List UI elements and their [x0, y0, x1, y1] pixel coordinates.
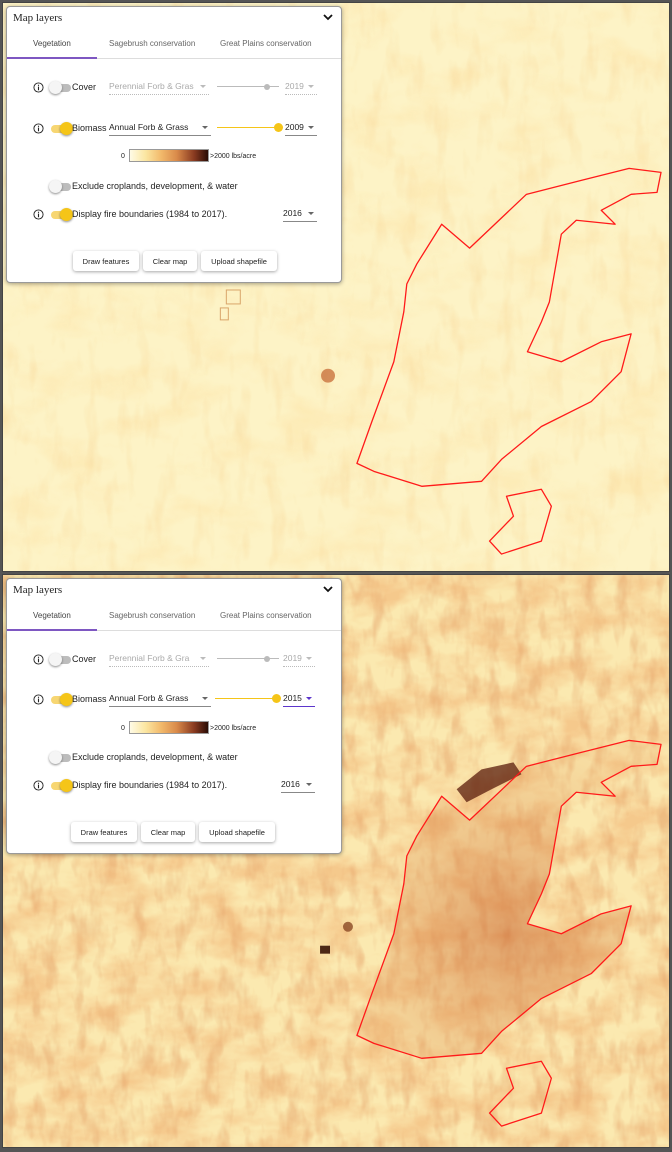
cover-row: Cover Perennial Forb & Gras 2019 — [7, 77, 341, 97]
tab-great-plains-conservation[interactable]: Great Plains conservation — [220, 611, 312, 620]
legend-min-label: 0 — [121, 725, 125, 732]
fire-toggle[interactable] — [51, 208, 73, 221]
cover-type-value: Perennial Forb & Gras — [109, 81, 194, 91]
biomass-type-value: Annual Forb & Grass — [109, 693, 189, 703]
cover-year-slider[interactable] — [217, 653, 279, 665]
cover-year-slider[interactable] — [217, 81, 279, 93]
fire-year-select[interactable]: 2016 — [281, 777, 315, 793]
dropdown-caret-icon — [306, 657, 312, 660]
tab-bar: Vegetation Sagebrush conservation Great … — [7, 603, 341, 631]
fire-label: Display fire boundaries (1984 to 2017). — [72, 780, 228, 790]
biomass-row: Biomass Annual Forb & Grass 2009 — [7, 118, 341, 138]
active-tab-indicator — [7, 629, 97, 631]
cover-year-value: 2019 — [285, 81, 304, 91]
tab-vegetation[interactable]: Vegetation — [33, 611, 71, 620]
info-icon[interactable] — [33, 694, 44, 705]
cover-row: Cover Perennial Forb & Gra 2019 — [7, 649, 341, 669]
dropdown-caret-icon — [202, 697, 208, 700]
tab-sagebrush-conservation[interactable]: Sagebrush conservation — [109, 39, 195, 48]
map-view-2009[interactable]: Map layers Vegetation Sagebrush conserva… — [2, 2, 670, 572]
cover-toggle[interactable] — [49, 81, 71, 94]
info-icon[interactable] — [33, 82, 44, 93]
clear-map-button[interactable]: Clear map — [141, 822, 195, 842]
tab-vegetation[interactable]: Vegetation — [33, 39, 71, 48]
panel-title: Map layers — [13, 12, 63, 24]
biomass-year-select[interactable]: 2009 — [285, 120, 317, 136]
panel-title: Map layers — [13, 584, 63, 596]
dropdown-caret-icon — [200, 85, 206, 88]
biomass-toggle[interactable] — [51, 122, 73, 135]
biomass-year-select[interactable]: 2015 — [283, 691, 315, 707]
biomass-year-slider[interactable] — [215, 693, 281, 705]
dropdown-caret-icon — [308, 126, 314, 129]
map-layers-panel: Map layers Vegetation Sagebrush conserva… — [6, 578, 342, 854]
legend-max-label: >2000 lbs/acre — [210, 153, 257, 160]
tab-great-plains-conservation[interactable]: Great Plains conservation — [220, 39, 312, 48]
fire-row: Display fire boundaries (1984 to 2017). … — [7, 204, 341, 224]
fire-label: Display fire boundaries (1984 to 2017). — [72, 209, 228, 219]
tab-sagebrush-conservation[interactable]: Sagebrush conservation — [109, 611, 195, 620]
cover-year-select[interactable]: 2019 — [283, 651, 315, 667]
fire-year-value: 2016 — [281, 779, 300, 789]
tab-bar: Vegetation Sagebrush conservation Great … — [7, 31, 341, 59]
cover-type-select[interactable]: Perennial Forb & Gras — [109, 79, 209, 95]
cover-label: Cover — [72, 654, 97, 664]
cover-type-value: Perennial Forb & Gra — [109, 653, 190, 663]
cover-label: Cover — [72, 82, 97, 92]
legend-min-label: 0 — [121, 153, 125, 160]
exclude-toggle[interactable] — [49, 751, 71, 764]
biomass-type-value: Annual Forb & Grass — [109, 122, 189, 132]
dropdown-caret-icon — [308, 85, 314, 88]
biomass-legend-gradient — [129, 721, 209, 734]
fire-row: Display fire boundaries (1984 to 2017). … — [7, 775, 341, 795]
legend-max-label: >2000 lbs/acre — [210, 725, 257, 732]
info-icon[interactable] — [33, 780, 44, 791]
panel-header: Map layers — [7, 579, 341, 603]
cover-year-select[interactable]: 2019 — [285, 79, 317, 95]
clear-map-button[interactable]: Clear map — [143, 251, 197, 271]
biomass-label: Biomass — [72, 123, 107, 133]
map-view-2015[interactable]: Map layers Vegetation Sagebrush conserva… — [2, 574, 670, 1148]
map-layers-panel: Map layers Vegetation Sagebrush conserva… — [6, 6, 342, 283]
fire-toggle[interactable] — [51, 779, 73, 792]
exclude-label: Exclude croplands, development, & water — [72, 752, 238, 762]
biomass-type-select[interactable]: Annual Forb & Grass — [109, 691, 211, 707]
biomass-row: Biomass Annual Forb & Grass 2015 — [7, 689, 341, 709]
upload-shapefile-button[interactable]: Upload shapefile — [199, 822, 275, 842]
upload-shapefile-button[interactable]: Upload shapefile — [201, 251, 277, 271]
panel-header: Map layers — [7, 7, 341, 31]
biomass-legend-gradient — [129, 149, 209, 162]
exclude-toggle[interactable] — [49, 180, 71, 193]
dropdown-caret-icon — [200, 657, 206, 660]
biomass-toggle[interactable] — [51, 693, 73, 706]
dropdown-caret-icon — [202, 126, 208, 129]
active-tab-indicator — [7, 57, 97, 59]
biomass-year-value: 2015 — [283, 693, 302, 703]
cover-toggle[interactable] — [49, 653, 71, 666]
fire-year-value: 2016 — [283, 208, 302, 218]
biomass-year-slider[interactable] — [217, 122, 283, 134]
info-icon[interactable] — [33, 123, 44, 134]
info-icon[interactable] — [33, 209, 44, 220]
exclude-label: Exclude croplands, development, & water — [72, 181, 238, 191]
chevron-down-icon[interactable] — [321, 10, 335, 24]
exclude-row: Exclude croplands, development, & water — [7, 177, 341, 197]
draw-features-button[interactable]: Draw features — [71, 822, 137, 842]
draw-features-button[interactable]: Draw features — [73, 251, 139, 271]
cover-year-value: 2019 — [283, 653, 302, 663]
biomass-year-value: 2009 — [285, 122, 304, 132]
fire-year-select[interactable]: 2016 — [283, 206, 317, 222]
biomass-label: Biomass — [72, 694, 107, 704]
chevron-down-icon[interactable] — [321, 582, 335, 596]
biomass-type-select[interactable]: Annual Forb & Grass — [109, 120, 211, 136]
info-icon[interactable] — [33, 654, 44, 665]
exclude-row: Exclude croplands, development, & water — [7, 748, 341, 768]
dropdown-caret-icon — [306, 697, 312, 700]
dropdown-caret-icon — [308, 212, 314, 215]
cover-type-select[interactable]: Perennial Forb & Gra — [109, 651, 209, 667]
dropdown-caret-icon — [306, 783, 312, 786]
